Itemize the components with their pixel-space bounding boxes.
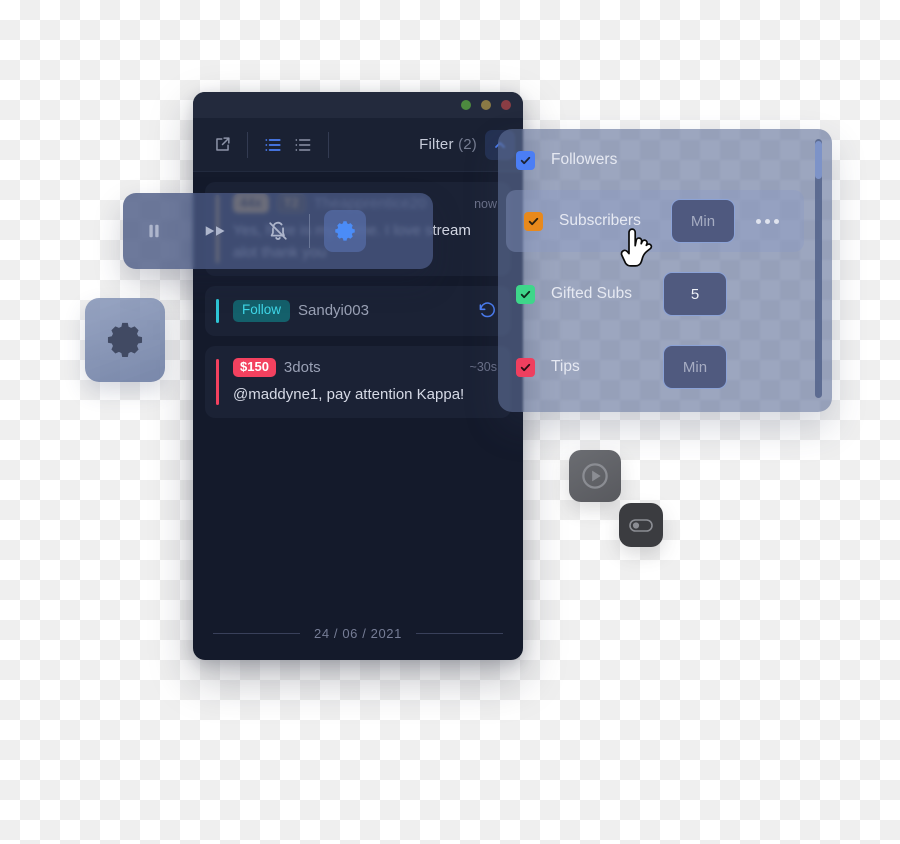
chat-window: Filter (2) 44x T2 Theapprentice20 now — [193, 92, 523, 660]
message-username[interactable]: 3dots — [284, 359, 321, 376]
playback-settings-button[interactable] — [324, 210, 366, 252]
check-icon — [528, 217, 539, 225]
filter-label[interactable]: Filter (2) — [419, 136, 477, 153]
toolbar-divider-1 — [247, 131, 248, 158]
date-divider: 24 / 06 / 2021 — [193, 606, 523, 660]
badge-amount: $150 — [233, 357, 276, 378]
pause-icon — [149, 224, 159, 238]
toolbar-divider-2 — [328, 131, 329, 158]
filter-row-subscribers[interactable]: Subscribers Min — [506, 190, 804, 252]
filter-panel-scrollbar[interactable] — [815, 139, 822, 398]
toggle-switch-icon — [629, 519, 653, 532]
fast-forward-icon — [205, 226, 225, 236]
message-accent-bar — [216, 358, 219, 406]
gear-icon — [335, 221, 355, 241]
window-titlebar — [193, 92, 523, 118]
filter-label-subscribers: Subscribers — [559, 212, 641, 229]
message-accent-bar — [216, 298, 219, 323]
divider-line-left — [213, 632, 301, 634]
check-icon — [520, 290, 531, 298]
mute-notifications-button[interactable] — [247, 193, 309, 269]
badge-follow: Follow — [233, 299, 291, 322]
fast-forward-button[interactable] — [185, 193, 247, 269]
filter-row-gifted-subs[interactable]: Gifted Subs 5 — [498, 263, 832, 325]
checkbox-followers[interactable] — [516, 150, 535, 170]
filter-label-gifted-subs: Gifted Subs — [551, 285, 632, 302]
bell-muted-icon — [269, 221, 287, 240]
checkbox-gifted-subs[interactable] — [516, 284, 535, 304]
message-header: $150 3dots ~30s — [233, 357, 497, 378]
ellipsis-icon[interactable] — [756, 218, 779, 224]
message-timestamp: now — [474, 196, 497, 211]
toggle-tile[interactable] — [619, 503, 663, 547]
message-username[interactable]: Sandyi003 — [298, 302, 369, 319]
message-card-tip[interactable]: $150 3dots ~30s @maddyne1, pay attention… — [205, 345, 511, 419]
date-label: 24 / 06 / 2021 — [314, 625, 402, 641]
filter-count: (2) — [458, 136, 477, 153]
message-card-follow[interactable]: Follow Sandyi003 — [205, 285, 511, 336]
filter-rows: Followers Subscribers Min Gifted Subs 5 — [498, 129, 832, 412]
playback-divider — [309, 214, 310, 248]
checkbox-tips[interactable] — [516, 357, 535, 377]
chat-toolbar: Filter (2) — [193, 118, 523, 172]
window-close-dot[interactable] — [501, 100, 511, 110]
filter-panel: Followers Subscribers Min Gifted Subs 5 — [498, 129, 832, 412]
filter-label-tips: Tips — [551, 358, 580, 375]
scrollbar-thumb[interactable] — [815, 141, 822, 179]
filter-row-tips[interactable]: Tips Min — [498, 336, 832, 398]
check-icon — [520, 156, 531, 164]
min-input-tips[interactable]: Min — [663, 345, 727, 389]
list-dense-icon[interactable] — [258, 130, 288, 160]
filter-label-followers: Followers — [551, 151, 618, 168]
window-maximize-dot[interactable] — [481, 100, 491, 110]
divider-line-right — [415, 632, 504, 634]
play-tile[interactable] — [569, 450, 621, 502]
window-controls — [461, 100, 511, 110]
play-circle-icon — [582, 463, 608, 489]
external-link-icon[interactable] — [207, 130, 237, 160]
pause-button[interactable] — [123, 193, 185, 269]
message-timestamp: ~30s — [469, 360, 497, 375]
filter-row-followers[interactable]: Followers — [498, 129, 832, 191]
min-input-gifted-subs[interactable]: 5 — [663, 272, 727, 316]
message-body: @maddyne1, pay attention Kappa! — [233, 386, 465, 404]
replay-icon[interactable] — [478, 301, 497, 320]
list-sparse-icon[interactable] — [288, 130, 318, 160]
gear-icon — [107, 322, 143, 357]
message-header: Follow Sandyi003 — [233, 299, 497, 322]
check-icon — [520, 363, 531, 371]
window-minimize-dot[interactable] — [461, 100, 471, 110]
filter-label-text: Filter — [419, 136, 454, 153]
settings-tile[interactable] — [85, 298, 165, 382]
checkbox-subscribers[interactable] — [524, 211, 543, 231]
min-input-subscribers[interactable]: Min — [671, 199, 735, 243]
playback-toolbar — [123, 193, 433, 269]
canvas: Filter (2) 44x T2 Theapprentice20 now — [0, 0, 900, 844]
